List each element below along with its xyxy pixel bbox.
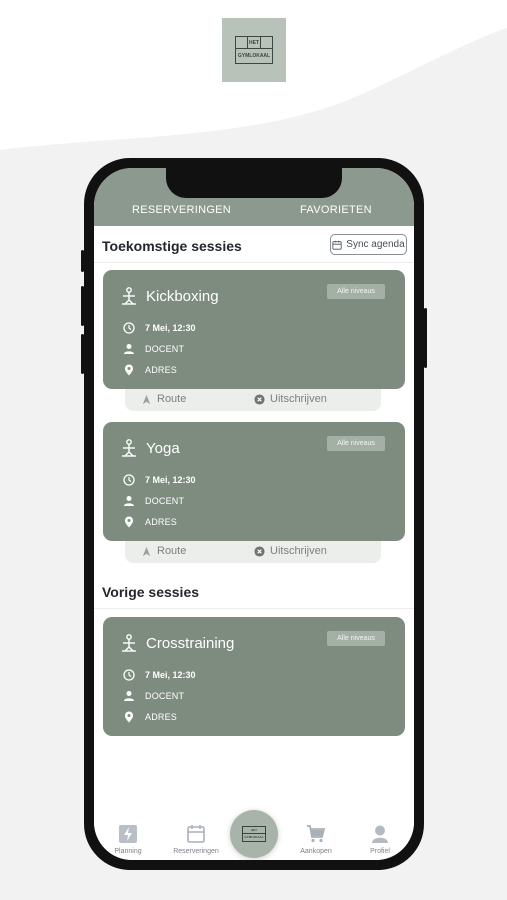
upcoming-title: Toekomstige sessies (102, 238, 242, 254)
clock-icon (123, 322, 135, 334)
session-address: ADRES (145, 517, 178, 527)
person-icon (372, 825, 388, 843)
route-button[interactable]: Route (141, 545, 186, 557)
session-datetime-row: 7 Mei, 12:30 (123, 474, 196, 486)
session-address: ADRES (145, 365, 178, 375)
sync-agenda-button[interactable]: Sync agenda (330, 234, 407, 255)
unsubscribe-button[interactable]: Uitschrijven (254, 393, 327, 405)
session-teacher: DOCENT (145, 496, 185, 506)
nav-label: Profiel (370, 848, 390, 855)
calendar-icon (332, 240, 342, 250)
tab-favorieten[interactable]: FAVORIETEN (300, 204, 372, 216)
level-badge: Alle niveaus (327, 284, 385, 299)
tab-reserveringen[interactable]: RESERVERINGEN (132, 204, 231, 216)
session-address: ADRES (145, 712, 178, 722)
session-teacher: DOCENT (145, 691, 185, 701)
person-icon (124, 344, 134, 354)
nav-label: Reserveringen (173, 848, 219, 855)
navigation-arrow-icon (142, 394, 151, 404)
calendar-icon (187, 825, 205, 843)
person-icon (124, 691, 134, 701)
logo-bottom-text: GYMLOKAAL (237, 53, 271, 59)
nav-profiel[interactable]: Profiel (350, 824, 410, 855)
close-circle-icon (254, 545, 265, 557)
session-card-kickboxing[interactable]: Kickboxing Alle niveaus 7 Mei, 12:30 DOC… (103, 270, 405, 389)
nav-home-logo-button[interactable]: HET GYMLOKAAL (230, 810, 278, 858)
training-icon (122, 634, 136, 652)
unsubscribe-label: Uitschrijven (270, 545, 327, 557)
session-name: Yoga (146, 440, 180, 457)
level-badge: Alle niveaus (327, 631, 385, 646)
nav-reserveringen[interactable]: Reserveringen (166, 824, 226, 855)
session-actions-yoga: Route Uitschrijven (125, 541, 381, 563)
session-teacher: DOCENT (145, 344, 185, 354)
app-screen: RESERVERINGEN FAVORIETEN Toekomstige ses… (94, 168, 414, 860)
brand-logo: HET GYMLOKAAL (222, 18, 286, 82)
route-label: Route (157, 393, 187, 405)
phone-notch (166, 168, 342, 198)
location-pin-icon (125, 364, 133, 376)
session-teacher-row: DOCENT (123, 690, 184, 702)
session-name: Crosstraining (146, 635, 235, 652)
session-address-row: ADRES (123, 516, 177, 528)
home-logo-icon: HET GYMLOKAAL (242, 826, 266, 842)
session-address-row: ADRES (123, 711, 177, 723)
previous-title: Vorige sessies (102, 584, 200, 600)
close-circle-icon (254, 393, 265, 405)
nav-aankopen[interactable]: Aankopen (286, 824, 346, 855)
session-teacher-row: DOCENT (123, 495, 184, 507)
person-icon (124, 496, 134, 506)
level-badge: Alle niveaus (327, 436, 385, 451)
bolt-icon (119, 825, 137, 843)
session-datetime: 7 Mei, 12:30 (145, 323, 196, 333)
session-datetime-row: 7 Mei, 12:30 (123, 669, 196, 681)
navigation-arrow-icon (142, 546, 151, 556)
session-datetime-row: 7 Mei, 12:30 (123, 322, 196, 334)
session-card-yoga[interactable]: Yoga Alle niveaus 7 Mei, 12:30 DOCENT AD… (103, 422, 405, 541)
nav-label: Aankopen (300, 848, 332, 855)
session-address-row: ADRES (123, 364, 177, 376)
clock-icon (123, 669, 135, 681)
nav-label: Planning (114, 848, 142, 855)
training-icon (122, 287, 136, 305)
logo-top-text: HET (248, 37, 261, 48)
sync-agenda-label: Sync agenda (346, 239, 405, 250)
training-icon (122, 439, 136, 457)
cart-icon (307, 825, 326, 843)
location-pin-icon (125, 711, 133, 723)
nav-planning[interactable]: Planning (98, 824, 158, 855)
location-pin-icon (125, 516, 133, 528)
clock-icon (123, 474, 135, 486)
session-name: Kickboxing (146, 288, 219, 305)
session-card-crosstraining[interactable]: Crosstraining Alle niveaus 7 Mei, 12:30 … (103, 617, 405, 736)
logo-mark: HET GYMLOKAAL (235, 36, 273, 64)
session-datetime: 7 Mei, 12:30 (145, 475, 196, 485)
session-actions-kickboxing: Route Uitschrijven (125, 389, 381, 411)
session-teacher-row: DOCENT (123, 343, 184, 355)
session-datetime: 7 Mei, 12:30 (145, 670, 196, 680)
mini-logo-bottom: GYMLOKAAL (244, 835, 264, 839)
unsubscribe-button[interactable]: Uitschrijven (254, 545, 327, 557)
unsubscribe-label: Uitschrijven (270, 393, 327, 405)
route-button[interactable]: Route (141, 393, 186, 405)
route-label: Route (157, 545, 187, 557)
phone-frame: RESERVERINGEN FAVORIETEN Toekomstige ses… (81, 158, 427, 870)
